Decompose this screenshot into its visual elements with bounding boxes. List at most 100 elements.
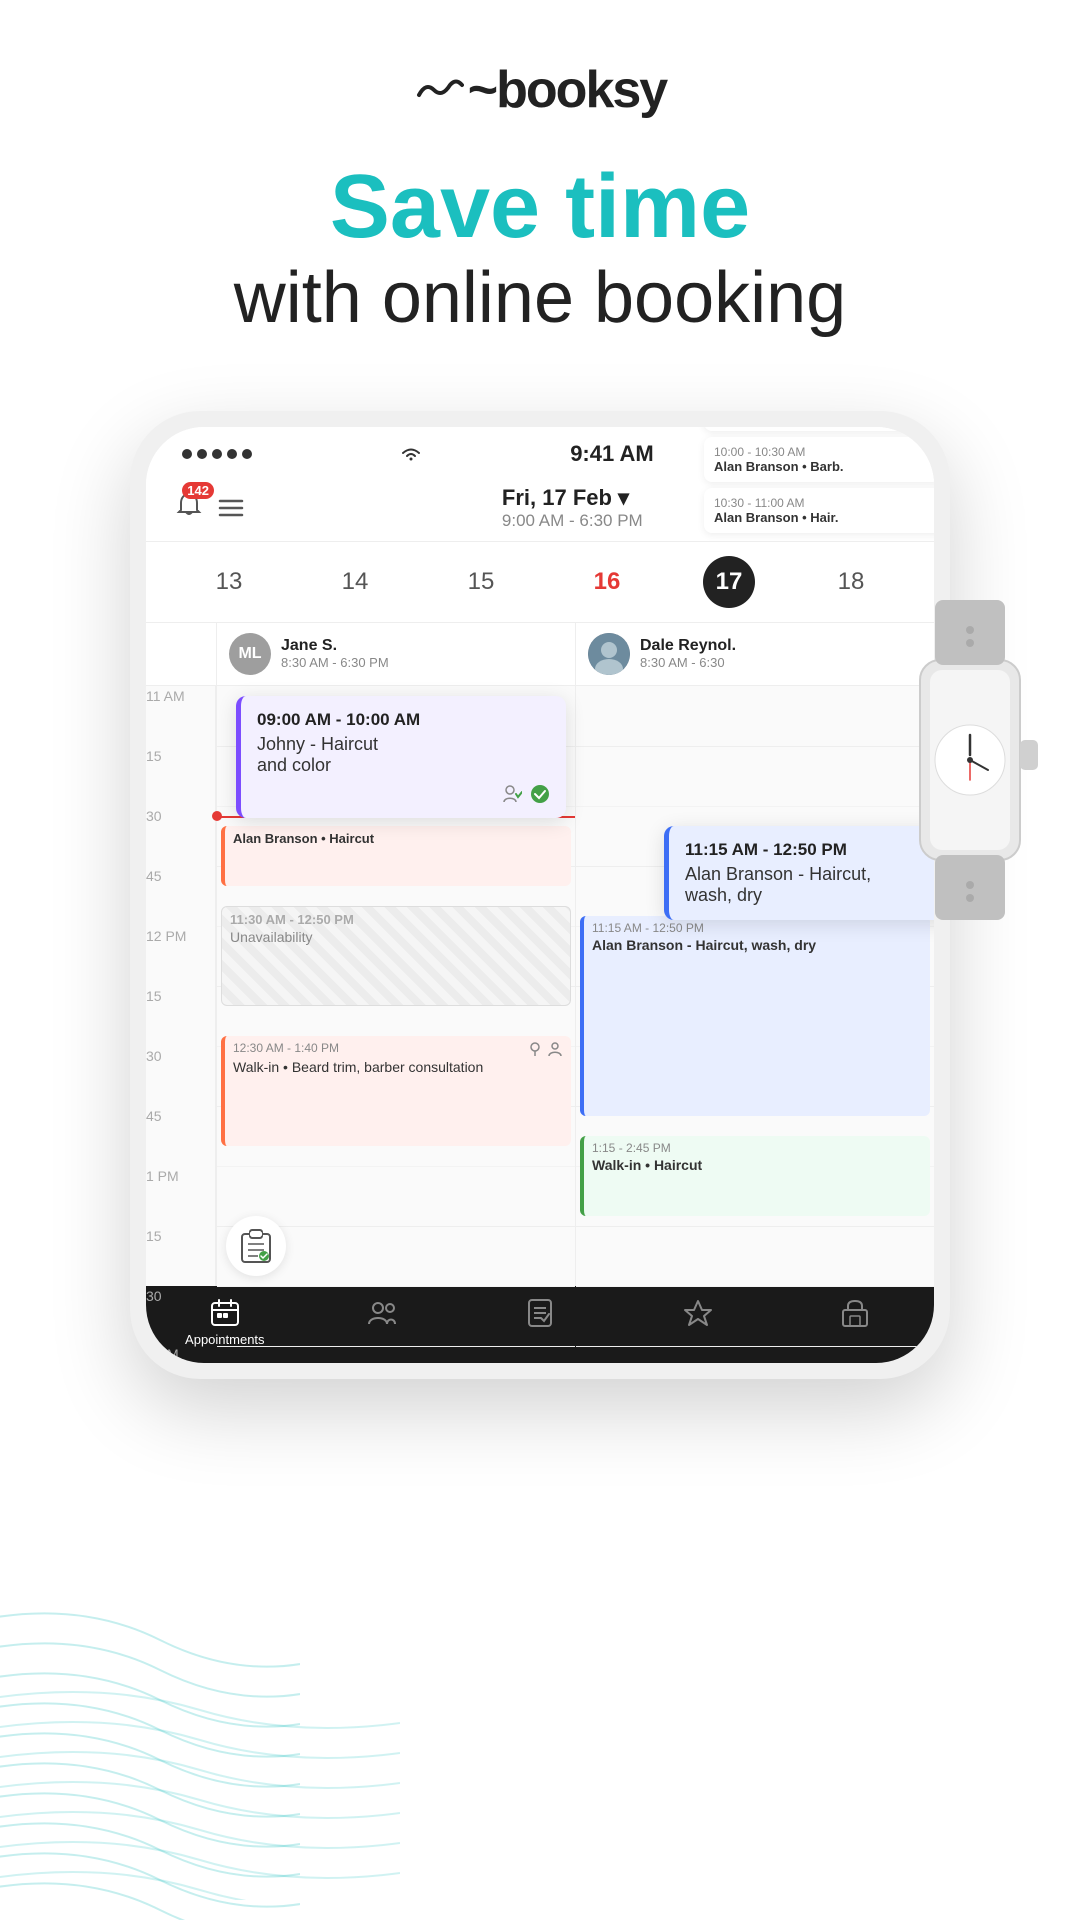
pin-icon: [527, 1041, 543, 1057]
staff-col-2: Dale Reynol. 8:30 AM - 6:30: [575, 623, 934, 685]
clipboard-icon-button[interactable]: [226, 1216, 286, 1276]
staff-avatar-dale: [588, 633, 630, 675]
grid-line: [576, 1226, 934, 1227]
time-label-15: 15: [146, 748, 170, 764]
header-date[interactable]: Fri, 17 Feb ▾: [502, 485, 643, 511]
mini-card-3[interactable]: 10:30 - 11:00 AM Alan Branson • Hair.: [704, 488, 934, 533]
signal-dot: [242, 449, 252, 459]
grid-line: [576, 1286, 934, 1287]
staff-avatar-ml: ML: [229, 633, 271, 675]
header-center: Fri, 17 Feb ▾ 9:00 AM - 6:30 PM: [502, 485, 643, 531]
grid-line: [217, 1286, 575, 1287]
grid-line: [217, 1346, 575, 1347]
card-icons: [257, 784, 550, 804]
page-wrapper: ~booksy Save time with online booking: [0, 0, 1080, 1920]
nav-item-tasks[interactable]: [461, 1298, 619, 1347]
floating-card-blue-name: Alan Branson - Haircut, wash, dry: [685, 864, 934, 906]
staff-photo-icon: [588, 633, 630, 675]
date-item-15[interactable]: 15: [451, 568, 511, 596]
shop-nav-icon: [840, 1298, 870, 1328]
unavail-label: Unavailability: [230, 929, 562, 945]
calendar-nav-icon: [210, 1298, 240, 1328]
appointment-alan-haircut[interactable]: Alan Branson • Haircut: [221, 826, 571, 886]
unavail-time: 11:30 AM - 12:50 PM: [230, 912, 562, 927]
nav-item-activity[interactable]: [619, 1298, 777, 1347]
teal-decoration: [0, 1420, 300, 1920]
time-dot: [212, 811, 222, 821]
checkmark-circle-icon: [530, 784, 550, 804]
staff-row: ML Jane S. 8:30 AM - 6:30 PM: [146, 623, 934, 686]
headline-sub: with online booking: [0, 255, 1080, 341]
appt-time: 12:30 AM - 1:40 PM: [233, 1041, 339, 1055]
time-label-12pm: 12 PM: [146, 928, 194, 944]
time-column: 11 AM 15 30 45 12 PM 15 30 45 1 PM 15 30…: [146, 686, 216, 1286]
mini-card-1[interactable]: 9:30 - 10:00 AM Johny • Haircut with.: [704, 427, 934, 431]
appt-header: 12:30 AM - 1:40 PM: [233, 1041, 563, 1057]
time-col-header: [146, 623, 216, 685]
status-time: 9:41 AM: [570, 441, 654, 467]
signal-dot: [227, 449, 237, 459]
appointment-alan-haircut-wash[interactable]: 11:15 AM - 12:50 PM Alan Branson - Hairc…: [580, 916, 930, 1116]
nav-item-shop[interactable]: [776, 1298, 934, 1347]
staff-hours-2: 8:30 AM - 6:30: [640, 655, 736, 670]
hamburger-icon[interactable]: [218, 497, 244, 519]
appt-desc: Alan Branson - Haircut, wash, dry: [592, 937, 922, 953]
appt-name: Alan Branson • Haircut: [233, 831, 563, 846]
signal-dot: [182, 449, 192, 459]
mini-card-name: Alan Branson • Hair.: [714, 510, 934, 525]
grid-line: [576, 806, 934, 807]
appointment-walkin-haircut[interactable]: 1:15 - 2:45 PM Walk-in • Haircut: [580, 1136, 930, 1216]
staff-name-2: Dale Reynol.: [640, 637, 736, 655]
floating-appointment-card-right[interactable]: 11:15 AM - 12:50 PM Alan Branson - Hairc…: [664, 826, 934, 920]
grid-line: [576, 746, 934, 747]
headline-area: Save time with online booking: [0, 140, 1080, 351]
signal-dots: [182, 449, 252, 459]
appt-desc: Walk-in • Beard trim, barber consultatio…: [233, 1059, 563, 1075]
unavailability-block: 11:30 AM - 12:50 PM Unavailability: [221, 906, 571, 1006]
time-label-45b: 45: [146, 1108, 170, 1124]
appt-icons: [527, 1041, 563, 1057]
chevron-down-icon: ▾: [618, 485, 629, 511]
signal-dot: [197, 449, 207, 459]
calendar-area: 09:00 AM - 10:00 AM Johny - Haircut and …: [146, 686, 934, 1286]
date-item-14[interactable]: 14: [325, 568, 385, 596]
date-item-17[interactable]: 17: [703, 556, 755, 608]
time-label-30: 30: [146, 808, 170, 824]
mini-card-name: Alan Branson • Barb.: [714, 459, 934, 474]
notification-badge: 142: [182, 482, 214, 499]
logo-tilde-icon: [414, 70, 464, 110]
time-label-45: 45: [146, 868, 170, 884]
teal-decoration-2: [0, 1600, 400, 1900]
date-item-13[interactable]: 13: [199, 568, 259, 596]
grid-line: [576, 1346, 934, 1347]
header-time-range: 9:00 AM - 6:30 PM: [502, 511, 643, 531]
floating-card-blue-time: 11:15 AM - 12:50 PM: [685, 840, 934, 860]
phone-mockup: 9:41 AM 100%: [130, 411, 950, 1379]
person-icon: [547, 1041, 563, 1057]
staff-name-1: Jane S.: [281, 637, 389, 655]
header-left: 142: [174, 490, 244, 525]
date-item-18[interactable]: 18: [821, 568, 881, 596]
notification-bell[interactable]: 142: [174, 490, 204, 525]
grid-line: [217, 1166, 575, 1167]
floating-appointment-card-left[interactable]: 09:00 AM - 10:00 AM Johny - Haircut and …: [236, 696, 566, 818]
nav-item-appointments[interactable]: Appointments: [146, 1298, 304, 1347]
date-strip: 13 14 15 16 17 18: [146, 542, 934, 623]
nav-label-appointments: Appointments: [185, 1332, 265, 1347]
mini-card-2[interactable]: 10:00 - 10:30 AM Alan Branson • Barb.: [704, 437, 934, 482]
phone-screen: 9:41 AM 100%: [146, 427, 934, 1363]
date-item-16[interactable]: 16: [577, 568, 637, 596]
appt-time: 1:15 - 2:45 PM: [592, 1141, 922, 1155]
time-label-1pm: 1 PM: [146, 1168, 187, 1184]
nav-item-clients[interactable]: [304, 1298, 462, 1347]
booksy-logo: ~booksy: [414, 60, 666, 120]
bottom-nav: Appointments: [146, 1286, 934, 1363]
logo-text: ~booksy: [468, 60, 666, 120]
person-check-icon: [502, 784, 522, 804]
signal-dot: [212, 449, 222, 459]
logo-area: ~booksy: [0, 0, 1080, 140]
right-mini-cards: 9:30 - 10:00 AM Johny • Haircut with. 10…: [704, 427, 934, 539]
wifi-icon: [399, 445, 423, 463]
appointment-walkin-beard[interactable]: 12:30 AM - 1:40 PM: [221, 1036, 571, 1146]
grid-col-2: 11:15 AM - 12:50 PM Alan Branson - Hairc…: [575, 686, 934, 1286]
